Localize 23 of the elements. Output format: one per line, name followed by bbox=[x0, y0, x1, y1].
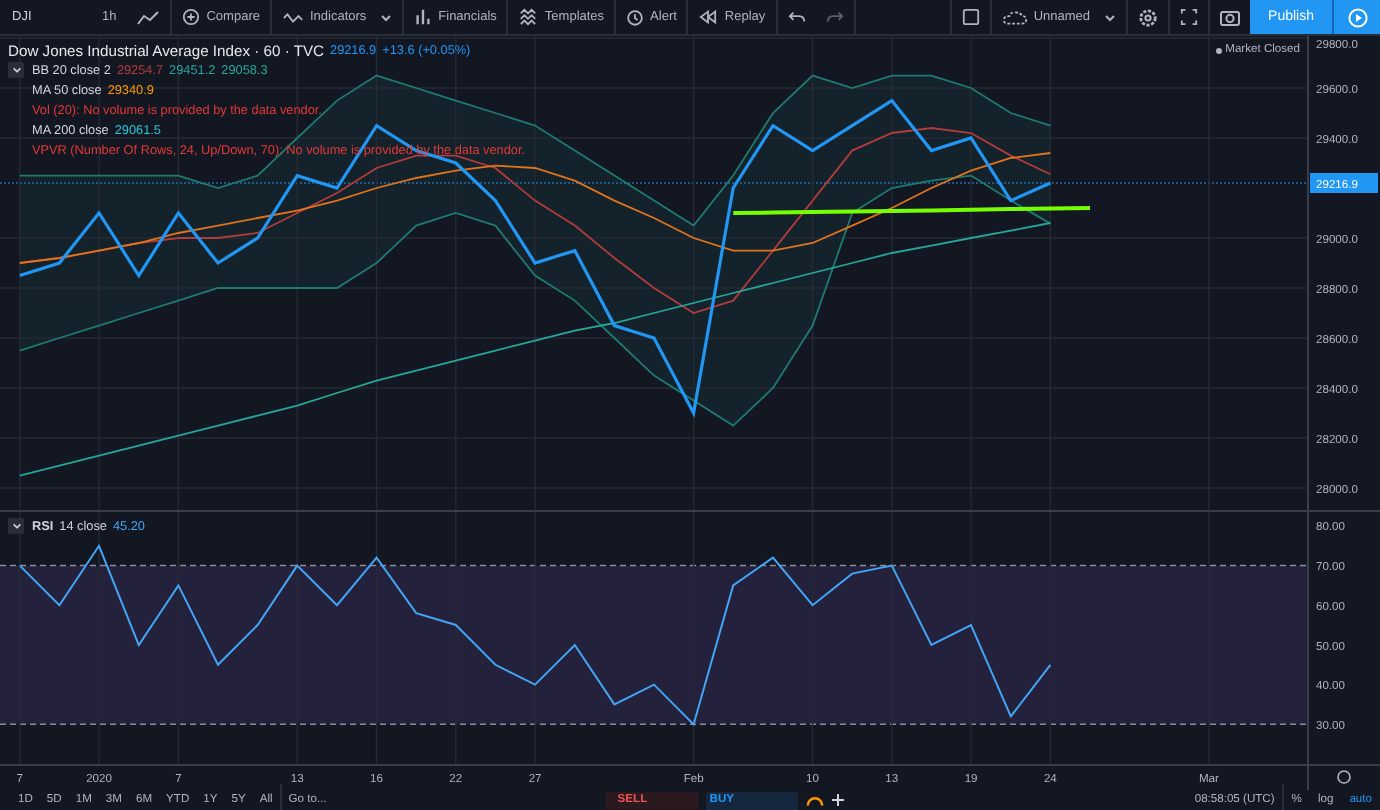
play-button[interactable] bbox=[1332, 0, 1380, 34]
fullscreen-icon[interactable] bbox=[1180, 8, 1199, 26]
play-icon bbox=[1347, 7, 1367, 27]
plus-circle-icon bbox=[182, 8, 201, 26]
collapse-button[interactable] bbox=[8, 62, 24, 79]
trend-line[interactable] bbox=[733, 206, 1091, 215]
camera-icon[interactable] bbox=[1220, 8, 1241, 26]
plus-icon[interactable] bbox=[831, 794, 844, 806]
line-chart-icon[interactable] bbox=[136, 9, 161, 25]
redo-icon[interactable] bbox=[825, 9, 844, 25]
undo-icon[interactable] bbox=[787, 9, 806, 25]
rewind-icon bbox=[698, 8, 719, 26]
bar-chart-icon bbox=[414, 8, 433, 26]
caret-icon bbox=[380, 13, 393, 21]
collapse-button[interactable] bbox=[8, 518, 24, 534]
wave-icon bbox=[281, 9, 304, 25]
cloud-icon bbox=[1001, 9, 1028, 25]
zigzag-icon bbox=[518, 8, 539, 26]
circle-icon[interactable] bbox=[1337, 770, 1351, 784]
caret-icon bbox=[1104, 13, 1117, 21]
square-icon[interactable] bbox=[961, 8, 980, 26]
settings-icon[interactable] bbox=[1138, 7, 1159, 27]
alarm-clock-icon bbox=[626, 8, 645, 26]
